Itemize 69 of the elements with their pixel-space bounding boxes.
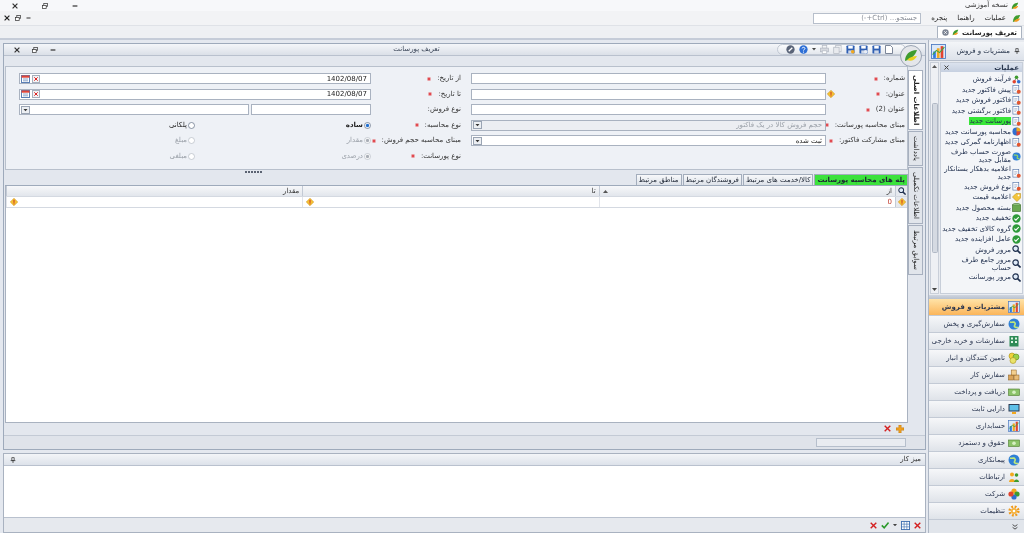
pin-icon[interactable] (10, 456, 16, 463)
pinwheel-icon (1008, 488, 1020, 500)
cross-icon[interactable] (914, 521, 921, 529)
text-field[interactable] (251, 104, 371, 116)
building-icon (1008, 335, 1020, 347)
bar-chart-icon (1008, 301, 1020, 313)
close-icon[interactable] (944, 65, 949, 70)
globe-icon (1008, 318, 1020, 330)
app-logo-icon (1011, 1, 1019, 10)
pie-chart-icon (1012, 127, 1021, 137)
boxes-icon (1008, 369, 1020, 381)
tab-logo-icon (952, 29, 960, 36)
magnifier-icon (1012, 272, 1021, 282)
restore-icon[interactable] (42, 2, 48, 9)
help-icon[interactable] (799, 45, 808, 54)
minimize-icon[interactable] (50, 48, 56, 51)
calendar-icon[interactable] (21, 74, 30, 83)
radio-icon[interactable] (364, 121, 371, 129)
globe-icon (1008, 454, 1020, 466)
monitor-icon (1008, 403, 1020, 415)
bar-chart-icon (931, 43, 946, 59)
bar-chart-icon (1008, 420, 1020, 432)
cross-icon[interactable] (870, 521, 877, 529)
banknote-icon (1008, 437, 1020, 449)
save-as-icon[interactable] (859, 45, 868, 54)
caret-icon[interactable] (893, 523, 897, 527)
sort-arrow-icon (602, 189, 608, 193)
globe-icon (1012, 151, 1021, 161)
nodes-icon (1012, 74, 1021, 84)
cross-icon[interactable] (884, 425, 891, 432)
pin-icon[interactable] (1014, 48, 1020, 54)
dropdown-button[interactable] (473, 136, 482, 145)
banknote-icon (1008, 386, 1020, 398)
save-icon[interactable] (872, 45, 881, 54)
dropdown-button[interactable] (473, 121, 482, 130)
check-icon[interactable] (881, 521, 889, 529)
caret-icon[interactable] (812, 48, 816, 51)
pencil-circle-icon[interactable] (786, 45, 795, 54)
search-icon[interactable] (897, 187, 906, 195)
box-icon (1012, 203, 1021, 213)
clear-button[interactable] (32, 90, 40, 99)
close-icon[interactable] (14, 46, 20, 53)
restore-icon[interactable] (15, 15, 21, 21)
text-field[interactable] (471, 104, 826, 116)
dropdown-button[interactable] (21, 105, 30, 114)
close-icon[interactable] (4, 15, 10, 21)
text-field[interactable] (471, 73, 826, 85)
text-field[interactable] (471, 88, 826, 100)
scrollbar-thumb[interactable] (931, 103, 938, 253)
document-icon[interactable] (885, 45, 893, 54)
app-logo-icon (1012, 13, 1021, 23)
gear-icon (1008, 505, 1020, 517)
clear-button[interactable] (32, 74, 40, 83)
radio-icon[interactable] (188, 121, 195, 129)
close-icon[interactable] (12, 2, 18, 9)
chevron-icon[interactable] (1012, 523, 1018, 530)
scrollbar[interactable] (930, 62, 939, 294)
grid-icon[interactable] (901, 520, 910, 530)
restore-icon[interactable] (32, 46, 38, 53)
magnifier-icon (1012, 259, 1021, 268)
people-icon (1008, 471, 1020, 483)
calendar-icon[interactable] (21, 90, 30, 99)
arrow-up-icon (932, 65, 937, 68)
minimize-icon[interactable] (72, 4, 78, 7)
dropdown-field[interactable] (19, 104, 249, 116)
save-icon[interactable] (846, 45, 855, 54)
coins-icon (1008, 352, 1020, 364)
arrow-down-icon[interactable] (932, 288, 937, 291)
magnifier-icon (1012, 245, 1021, 255)
